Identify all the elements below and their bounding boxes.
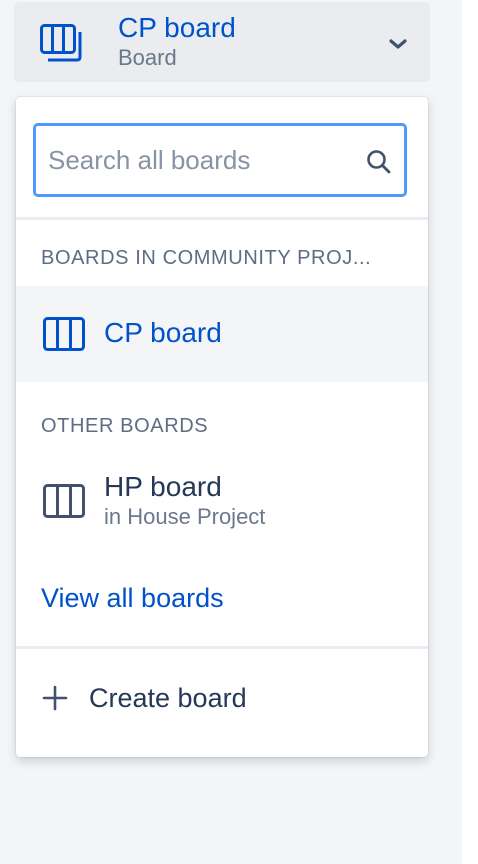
create-board-button[interactable]: Create board [16, 669, 428, 727]
board-item-cp-board[interactable]: CP board [16, 286, 428, 382]
plus-icon [42, 685, 68, 711]
board-item-hp-board[interactable]: HP board in House Project [16, 457, 428, 547]
search-field[interactable] [33, 123, 407, 197]
section-heading-project-boards: BOARDS IN COMMUNITY PROJ... [41, 247, 372, 269]
board-columns-icon [40, 24, 82, 62]
create-board-label: Create board [89, 683, 247, 713]
divider [16, 217, 428, 220]
current-board-title: CP board [118, 12, 236, 43]
chevron-down-icon [389, 39, 407, 49]
search-input[interactable] [48, 136, 348, 184]
current-board-type: Board [118, 45, 177, 70]
board-item-project: in House Project [104, 504, 266, 529]
board-switcher-dropdown: BOARDS IN COMMUNITY PROJ... CP board OTH… [16, 97, 428, 757]
content-edge [462, 0, 478, 864]
search-icon [367, 150, 391, 174]
board-columns-icon [43, 484, 85, 518]
board-item-title: HP board [104, 471, 222, 502]
board-item-title: CP board [104, 317, 222, 348]
section-heading-other-boards: OTHER BOARDS [41, 415, 209, 437]
board-switcher-button[interactable]: CP board Board [14, 2, 430, 82]
view-all-boards-link[interactable]: View all boards [41, 582, 224, 614]
board-columns-icon [43, 317, 85, 351]
divider [16, 646, 428, 649]
